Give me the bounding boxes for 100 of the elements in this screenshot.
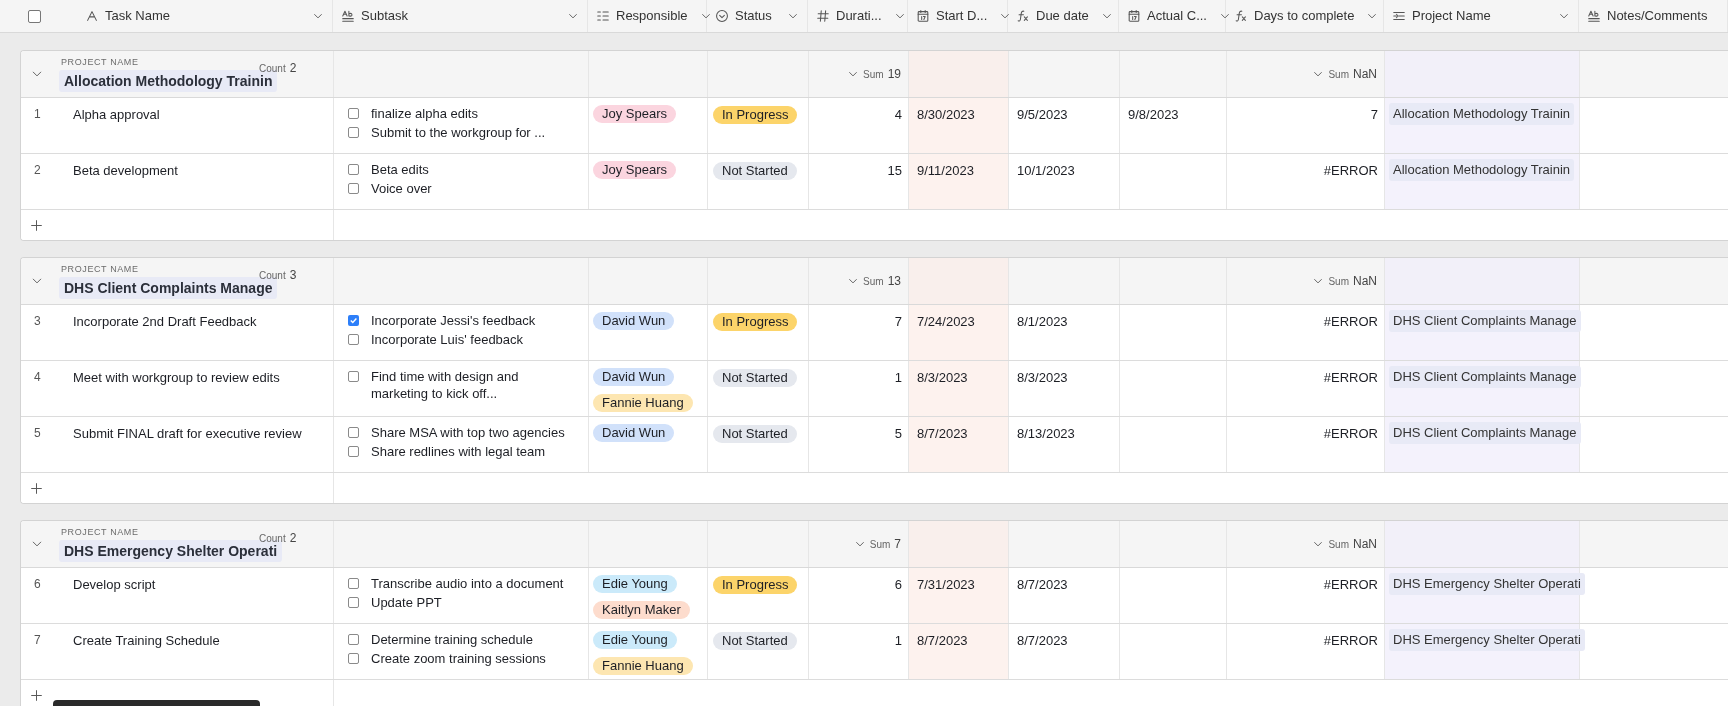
table-cell-text: 8/3/2023 bbox=[1017, 369, 1068, 386]
status-tag: Not Started bbox=[713, 632, 797, 650]
count-value: 2 bbox=[289, 530, 297, 547]
sum-label: Sum bbox=[863, 274, 884, 289]
subtask-checkbox[interactable] bbox=[348, 653, 359, 664]
person-tag: Kaitlyn Maker bbox=[593, 601, 690, 619]
table-cell-text: #ERROR bbox=[1323, 425, 1378, 442]
sum-label: Sum bbox=[869, 537, 891, 552]
sum-label: Sum bbox=[1328, 274, 1349, 289]
plus-icon[interactable] bbox=[30, 218, 43, 232]
sum-value: NaN bbox=[1353, 536, 1377, 553]
row-number: 3 bbox=[33, 313, 42, 330]
group-field-label: PROJECT NAME bbox=[60, 56, 140, 68]
sum-value: 19 bbox=[887, 66, 901, 83]
subtask-checkbox[interactable] bbox=[348, 127, 359, 138]
table-cell-text: 6 bbox=[894, 576, 902, 593]
row-number: 6 bbox=[33, 576, 42, 593]
subtask-checkbox[interactable] bbox=[348, 578, 359, 589]
subtask-checkbox[interactable] bbox=[348, 597, 359, 608]
long-text-icon bbox=[341, 9, 355, 23]
table-cell-text: 9/8/2023 bbox=[1128, 106, 1179, 123]
table-cell-text: 15 bbox=[887, 162, 902, 179]
subtask-checkbox[interactable] bbox=[348, 183, 359, 194]
table-cell-text: #ERROR bbox=[1323, 576, 1378, 593]
subtask-text: Update PPT bbox=[371, 594, 443, 611]
table-cell-text: #ERROR bbox=[1323, 632, 1378, 649]
column-header[interactable]: Due date bbox=[1036, 6, 1089, 26]
subtask-checkbox[interactable] bbox=[348, 427, 359, 438]
subtask-text: Voice over bbox=[371, 180, 433, 197]
project-tag: DHS Client Complaints Manage bbox=[1389, 366, 1581, 388]
column-header[interactable]: Durati... bbox=[836, 6, 882, 26]
plus-icon[interactable] bbox=[30, 688, 43, 702]
project-tag: DHS Emergency Shelter Operati bbox=[1389, 629, 1585, 651]
person-tag: Joy Spears bbox=[593, 161, 677, 179]
subtask-text: Incorporate Jessi's feedback bbox=[371, 312, 537, 329]
subtask-text: finalize alpha edits bbox=[371, 105, 479, 122]
group-field-label: PROJECT NAME bbox=[60, 263, 140, 275]
hash-icon bbox=[816, 9, 830, 23]
row-number: 4 bbox=[33, 369, 42, 386]
subtask-text: Share redlines with legal team bbox=[371, 443, 547, 460]
column-header[interactable]: Notes/Comments bbox=[1607, 6, 1708, 26]
column-header[interactable]: Responsible bbox=[616, 6, 688, 26]
status-tag: Not Started bbox=[713, 369, 797, 387]
column-header[interactable]: Days to complete bbox=[1254, 6, 1355, 26]
project-tag: Allocation Methodology Trainin bbox=[1389, 159, 1575, 181]
subtask-text: Create zoom training sessions bbox=[371, 650, 547, 667]
table-cell-text: 4 bbox=[894, 106, 902, 123]
project-tag: DHS Client Complaints Manage bbox=[1389, 422, 1581, 444]
subtask-checkbox[interactable] bbox=[348, 371, 359, 382]
count-value: 2 bbox=[289, 60, 297, 77]
table-cell-text: 1 bbox=[894, 369, 902, 386]
person-tag: Fannie Huang bbox=[593, 657, 693, 675]
sum-value: 13 bbox=[887, 273, 901, 290]
subtask-checkbox[interactable] bbox=[348, 334, 359, 345]
subtask-text: Transcribe audio into a document bbox=[371, 575, 565, 592]
sum-label: Sum bbox=[1328, 67, 1349, 82]
table-cell-text: 7/24/2023 bbox=[917, 313, 975, 330]
column-header[interactable]: Project Name bbox=[1412, 6, 1491, 26]
subtask-checkbox[interactable] bbox=[348, 315, 359, 326]
table-cell-text: 7 bbox=[894, 313, 902, 330]
task-name: Submit FINAL draft for executive review bbox=[73, 425, 302, 443]
table-cell-text: 8/7/2023 bbox=[917, 425, 968, 442]
subtask-checkbox[interactable] bbox=[348, 634, 359, 645]
subtask-checkbox[interactable] bbox=[348, 446, 359, 457]
text-type-icon bbox=[85, 9, 99, 23]
row-number: 2 bbox=[33, 162, 42, 179]
sum-value: NaN bbox=[1353, 66, 1377, 83]
status-tag: In Progress bbox=[713, 313, 798, 331]
column-header[interactable]: Subtask bbox=[361, 6, 408, 26]
table-cell-text: 1 bbox=[894, 632, 902, 649]
group-field-label: PROJECT NAME bbox=[60, 526, 140, 538]
subtask-text: Beta edits bbox=[371, 161, 430, 178]
table-cell-text: 8/13/2023 bbox=[1017, 425, 1075, 442]
status-tag: Not Started bbox=[713, 425, 797, 443]
task-name: Alpha approval bbox=[73, 106, 160, 124]
table-cell-text: 8/7/2023 bbox=[1017, 632, 1068, 649]
function-icon bbox=[1016, 9, 1030, 23]
column-header[interactable]: Status bbox=[735, 6, 772, 26]
table-cell-text: #ERROR bbox=[1323, 369, 1378, 386]
subtask-text: Incorporate Luis' feedback bbox=[371, 331, 525, 348]
subtask-checkbox[interactable] bbox=[348, 164, 359, 175]
table-cell-text: 9/11/2023 bbox=[917, 162, 974, 179]
person-tag: David Wun bbox=[593, 368, 675, 386]
person-tag: Fannie Huang bbox=[593, 394, 693, 412]
subtask-checkbox[interactable] bbox=[348, 108, 359, 119]
table-cell-text: 8/1/2023 bbox=[1017, 313, 1068, 330]
column-header[interactable]: Actual C... bbox=[1147, 6, 1207, 26]
table-cell-text: 8/30/2023 bbox=[917, 106, 975, 123]
lines-icon bbox=[1392, 9, 1406, 23]
person-tag: David Wun bbox=[593, 424, 675, 442]
column-header[interactable]: Start D... bbox=[936, 6, 988, 26]
project-tag: DHS Emergency Shelter Operati bbox=[1389, 573, 1585, 595]
table-cell-text: 8/7/2023 bbox=[1017, 576, 1068, 593]
column-header[interactable]: Task Name bbox=[105, 6, 171, 26]
plus-icon[interactable] bbox=[30, 481, 43, 495]
task-name: Meet with workgroup to review edits bbox=[73, 369, 280, 387]
select-all-checkbox[interactable] bbox=[28, 9, 41, 23]
table-cell-text: 7/31/2023 bbox=[917, 576, 975, 593]
long-text-icon bbox=[1587, 9, 1601, 23]
count-value: 3 bbox=[289, 267, 297, 284]
